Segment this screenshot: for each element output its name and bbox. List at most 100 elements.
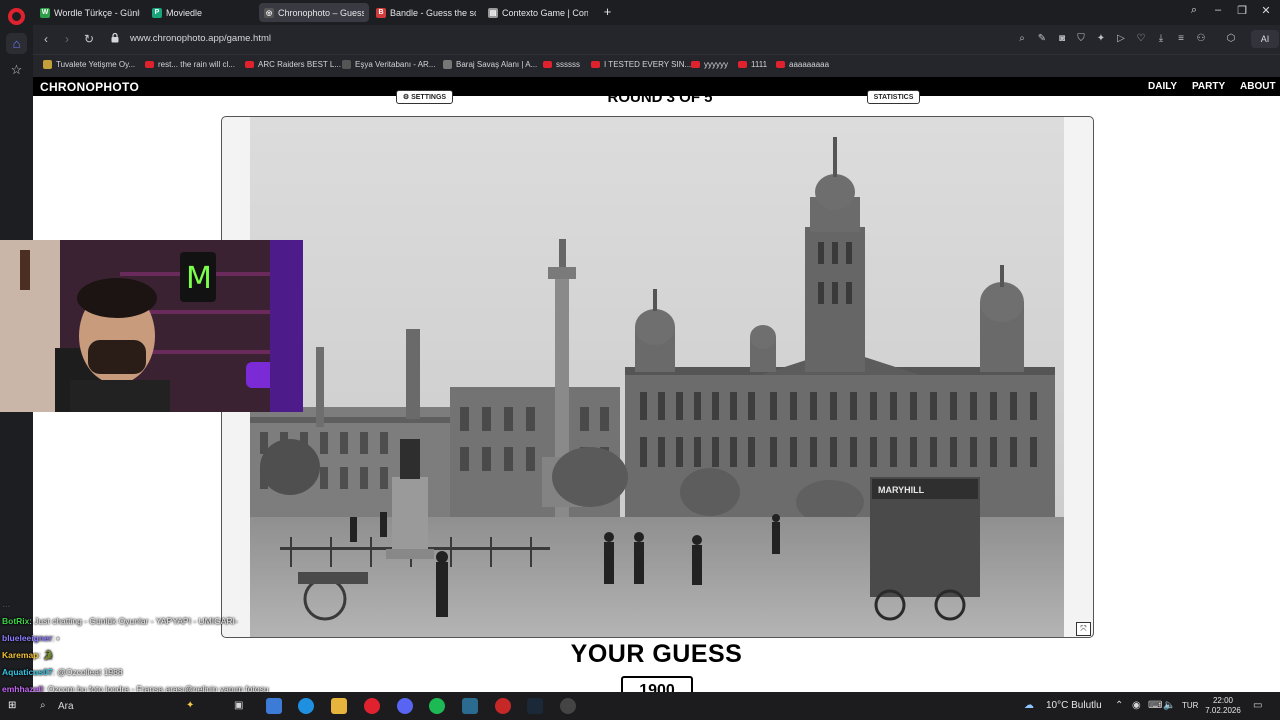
tab-chronophoto[interactable]: ◎ Chronophoto – Guess the xyxy=(259,3,369,22)
restore-button[interactable]: ❐ xyxy=(1233,4,1251,17)
notifications-icon[interactable]: ▭ xyxy=(1253,700,1262,711)
youtube-icon xyxy=(543,61,552,68)
app-icon[interactable] xyxy=(462,698,478,714)
bookmark-item[interactable]: rest... the rain will cl... xyxy=(145,60,235,69)
tab-moviedle[interactable]: P Moviedle xyxy=(147,3,257,22)
cube-icon[interactable]: ⬡ xyxy=(1225,33,1237,45)
close-window-button[interactable]: ✕ xyxy=(1257,4,1275,17)
tab-title: Contexto Game | Contexto xyxy=(502,7,588,18)
bookmark-item[interactable]: I TESTED EVERY SIN... xyxy=(591,60,691,69)
language-indicator[interactable]: TUR xyxy=(1182,701,1198,710)
tram-sign: MARYHILL xyxy=(878,485,925,495)
taskbar-search-icon[interactable]: ⌕ xyxy=(40,700,46,711)
tab-title: Chronophoto – Guess the xyxy=(278,7,364,18)
stream-chat-overlay: … BotRix: Just chatting - Günlük Oyunlar… xyxy=(2,596,422,698)
bookmark-item[interactable]: 1111 xyxy=(738,60,767,69)
edit-icon[interactable]: ✎ xyxy=(1036,33,1048,45)
bookmark-icon xyxy=(43,60,52,69)
file-explorer-icon[interactable] xyxy=(266,698,282,714)
taskbar-search-box[interactable]: Ara xyxy=(58,701,74,712)
download-icon[interactable]: ⤓ xyxy=(1155,33,1167,45)
minimize-button[interactable]: – xyxy=(1209,4,1227,16)
nav-party[interactable]: PARTY xyxy=(1192,81,1225,92)
windows-taskbar: ⊞ ⌕ Ara ✦ ▣ ☁ 10°C Bulutlu ⌃ ◉ ⌨ 🔈 TUR 2… xyxy=(0,692,1280,720)
shield-icon[interactable]: ⛉ xyxy=(1075,33,1087,45)
bookmark-item[interactable]: ssssss xyxy=(543,60,580,69)
bookmark-icon xyxy=(342,60,351,69)
discord-icon[interactable] xyxy=(397,698,413,714)
search-icon[interactable]: ⌕ xyxy=(1016,33,1028,45)
site-logo[interactable]: CHRONOPHOTO xyxy=(40,80,139,94)
settings-button[interactable]: ⚙ SETTINGS xyxy=(396,90,453,104)
edge-icon[interactable] xyxy=(298,698,314,714)
profile-icon[interactable]: ⚇ xyxy=(1195,33,1207,45)
volume-icon[interactable]: 🔈 xyxy=(1163,700,1175,711)
chat-message: Aquaticus07: @Ozcolleat 1988 xyxy=(2,667,123,677)
expand-photo-button[interactable]: ⤧ xyxy=(1076,622,1091,636)
reload-button[interactable]: ↻ xyxy=(82,32,96,46)
weather-icon: ☁ xyxy=(1024,700,1034,711)
forward-button[interactable]: › xyxy=(60,32,74,46)
camera-icon[interactable]: ◙ xyxy=(1056,33,1068,45)
chat-message: blueleeigner: ⬪ xyxy=(2,633,60,643)
tab-contexto[interactable]: ▤ Contexto Game | Contexto xyxy=(483,3,593,22)
new-tab-button[interactable]: + xyxy=(600,5,615,20)
home-icon[interactable]: ⌂ xyxy=(6,33,27,54)
youtube-icon xyxy=(245,61,254,68)
bookmark-item[interactable]: Tuvalete Yetişme Oy... xyxy=(43,60,135,69)
back-button[interactable]: ‹ xyxy=(39,32,53,46)
bookmark-item[interactable]: aaaaaaaaa xyxy=(776,60,829,69)
nav-daily[interactable]: DAILY xyxy=(1148,81,1177,92)
tray-app-icon[interactable]: ◉ xyxy=(1132,700,1141,711)
address-bar: ‹ › ↻ www.chronophoto.app/game.html ⌕ ✎ … xyxy=(33,25,1280,54)
tab-wordle[interactable]: W Wordle Türkçe - Günlük K xyxy=(35,3,145,22)
round-indicator: ROUND 3 OF 5 xyxy=(607,89,713,103)
copilot-icon[interactable]: ✦ xyxy=(186,700,194,711)
star-icon[interactable]: ☆ xyxy=(6,59,27,80)
extensions-icon[interactable]: ✦ xyxy=(1095,33,1107,45)
chat-message: … xyxy=(2,599,11,609)
tab-strip: W Wordle Türkçe - Günlük K P Moviedle ◎ … xyxy=(33,0,1280,25)
bookmark-item[interactable]: yyyyyy xyxy=(691,60,728,69)
historical-photo: MARYHILL xyxy=(250,117,1064,637)
tray-chevron-icon[interactable]: ⌃ xyxy=(1115,700,1123,711)
task-view-icon[interactable]: ▣ xyxy=(234,700,243,711)
heart-icon[interactable]: ♡ xyxy=(1135,33,1147,45)
bookmarks-bar: Tuvalete Yetişme Oy... rest... the rain … xyxy=(33,54,1280,77)
opera-icon[interactable] xyxy=(364,698,380,714)
tab-title: Wordle Türkçe - Günlük K xyxy=(54,7,140,18)
youtube-icon xyxy=(776,61,785,68)
tab-search-icon[interactable]: ⌕ xyxy=(1185,4,1203,17)
spotify-icon[interactable] xyxy=(429,698,445,714)
steam-icon[interactable] xyxy=(527,698,543,714)
url-field[interactable]: www.chronophoto.app/game.html xyxy=(130,33,271,44)
contexto-favicon-icon: ▤ xyxy=(488,7,498,18)
bookmark-item[interactable]: ARC Raiders BEST L... xyxy=(245,60,341,69)
weather-text[interactable]: 10°C Bulutlu xyxy=(1046,700,1102,711)
wordle-favicon-icon: W xyxy=(40,7,50,18)
menu-icon[interactable]: ≡ xyxy=(1175,33,1187,45)
chat-message: BotRix: Just chatting - Günlük Oyunlar -… xyxy=(2,616,238,626)
folder-icon[interactable] xyxy=(331,698,347,714)
bandle-favicon-icon: B xyxy=(376,7,386,18)
opera-logo-icon[interactable] xyxy=(8,8,25,25)
clock-time: 22:00 xyxy=(1212,696,1234,705)
play-icon[interactable]: ▷ xyxy=(1115,33,1127,45)
youtube-icon xyxy=(591,61,600,68)
network-icon[interactable]: ⌨ xyxy=(1148,700,1162,711)
photo-illustration: MARYHILL xyxy=(250,117,1064,637)
obs-icon[interactable] xyxy=(560,698,576,714)
statistics-button[interactable]: STATISTICS xyxy=(867,90,920,104)
bookmark-icon xyxy=(443,60,452,69)
streamer-webcam-image: M xyxy=(0,240,303,412)
tab-bandle[interactable]: B Bandle - Guess the song, xyxy=(371,3,481,22)
bookmark-item[interactable]: Eşya Veritabanı - AR... xyxy=(342,60,435,69)
ai-button[interactable]: AI xyxy=(1251,30,1279,48)
start-icon[interactable]: ⊞ xyxy=(8,700,16,711)
nav-about[interactable]: ABOUT xyxy=(1240,81,1276,92)
clock[interactable]: 22:00 7.02.2026 xyxy=(1204,696,1242,716)
lock-icon xyxy=(111,33,119,43)
opera-gx-icon[interactable] xyxy=(495,698,511,714)
tab-title: Bandle - Guess the song, xyxy=(390,7,476,18)
bookmark-item[interactable]: Baraj Savaş Alanı | A... xyxy=(443,60,537,69)
